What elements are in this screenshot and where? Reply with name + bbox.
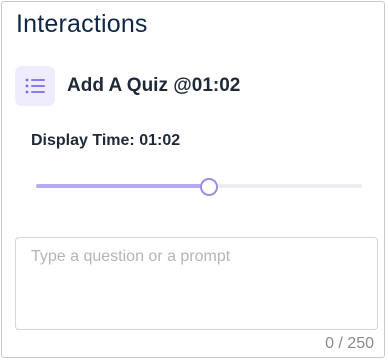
panel-title: Interactions [16, 10, 148, 38]
list-icon [15, 66, 55, 106]
display-time-label: Display Time: 01:02 [31, 132, 181, 149]
slider-fill [36, 184, 209, 188]
interaction-header: Add A Quiz @01:02 [15, 66, 240, 106]
display-time-slider[interactable] [36, 176, 362, 196]
slider-thumb[interactable] [199, 178, 218, 196]
character-counter: 0 / 250 [325, 335, 374, 352]
interaction-title: Add A Quiz @01:02 [67, 75, 241, 96]
interactions-panel: Interactions Add A Quiz @01:02 Display T… [1, 1, 385, 358]
prompt-input[interactable] [15, 237, 378, 330]
